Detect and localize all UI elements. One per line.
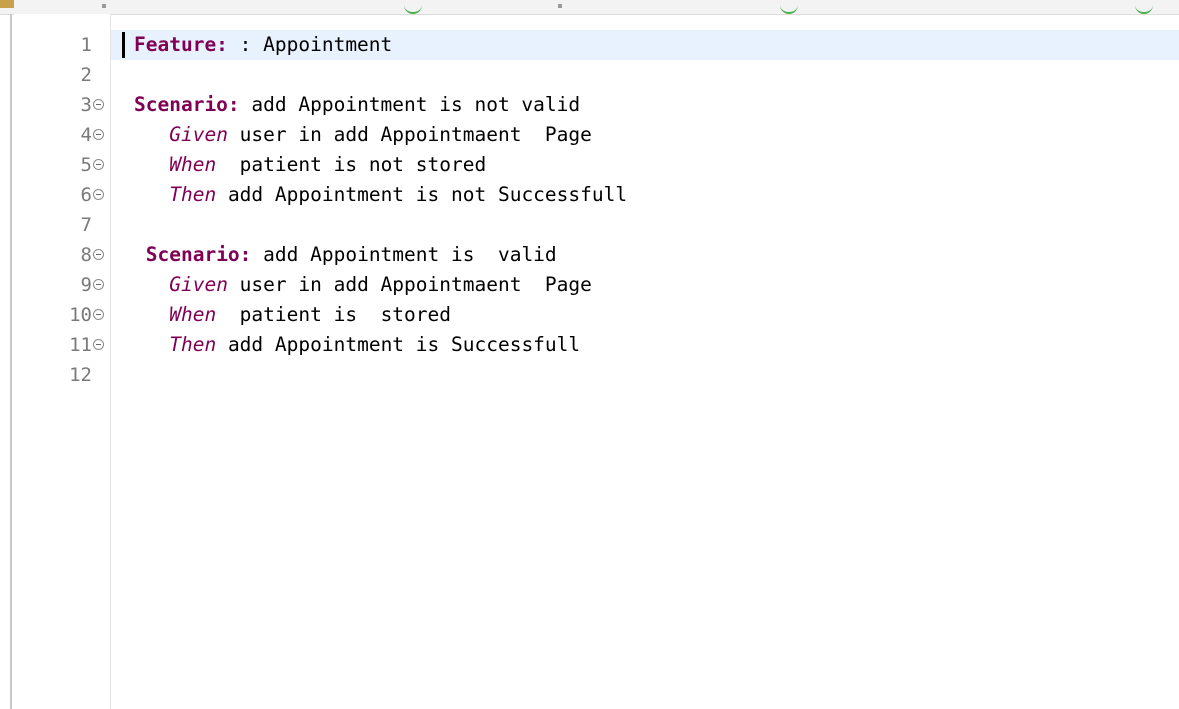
code-text: Given user in add Appointmaent Page <box>134 120 592 150</box>
scenario-keyword: Scenario: <box>145 243 252 266</box>
code-text: Scenario: add Appointment is valid <box>134 240 557 270</box>
collapse-fold-icon[interactable] <box>93 309 104 320</box>
step-keyword: Then <box>169 333 217 356</box>
line-number: 6 <box>80 184 92 206</box>
code-line[interactable]: 12 <box>0 360 1179 390</box>
collapse-fold-icon[interactable] <box>93 249 104 260</box>
code-line[interactable]: 2 <box>0 60 1179 90</box>
code-line[interactable]: 6 Then add Appointment is not Successful… <box>0 180 1179 210</box>
code-text: Then add Appointment is not Successfull <box>134 180 627 210</box>
code-text: When patient is not stored <box>134 150 486 180</box>
tab-separator-dot <box>558 4 562 8</box>
line-number: 2 <box>80 64 92 86</box>
step-keyword: Given <box>169 123 228 146</box>
code-line[interactable]: 5 When patient is not stored <box>0 150 1179 180</box>
line-text: user in add Appointmaent Page <box>227 123 592 146</box>
editor-tab-icon <box>0 0 14 8</box>
code-line[interactable]: 3 Scenario: add Appointment is not valid <box>0 90 1179 120</box>
line-text: patient is stored <box>216 303 452 326</box>
code-text: Then add Appointment is Successfull <box>134 330 580 360</box>
line-number: 7 <box>80 214 92 236</box>
line-number: 10 <box>69 304 92 326</box>
line-text: add Appointment is not valid <box>239 93 581 116</box>
line-number: 8 <box>80 244 92 266</box>
text-cursor <box>122 32 125 58</box>
step-keyword: Given <box>169 273 228 296</box>
code-text: Scenario: add Appointment is not valid <box>134 90 580 120</box>
scenario-keyword: Scenario: <box>134 93 240 116</box>
collapse-fold-icon[interactable] <box>93 339 104 350</box>
line-number: 12 <box>69 364 92 386</box>
tab-separator-dot <box>102 4 106 8</box>
line-number: 5 <box>80 154 92 176</box>
line-text: add Appointment is not Successfull <box>216 183 628 206</box>
tab-indicator-icon <box>1135 2 1153 14</box>
line-number: 1 <box>80 34 92 56</box>
code-text: Given user in add Appointmaent Page <box>134 270 592 300</box>
code-text: Feature: : Appointment <box>134 30 392 60</box>
line-number: 4 <box>80 124 92 146</box>
code-line[interactable]: 4 Given user in add Appointmaent Page <box>0 120 1179 150</box>
feature-keyword: Feature: <box>134 33 228 56</box>
step-keyword: Then <box>169 183 217 206</box>
code-line[interactable]: 9 Given user in add Appointmaent Page <box>0 270 1179 300</box>
step-keyword: When <box>169 303 217 326</box>
collapse-fold-icon[interactable] <box>93 129 104 140</box>
line-number: 9 <box>80 274 92 296</box>
line-number: 3 <box>80 94 92 116</box>
line-text: patient is not stored <box>216 153 487 176</box>
collapse-fold-icon[interactable] <box>93 99 104 110</box>
editor-tab-strip <box>0 0 1179 15</box>
line-text: user in add Appointmaent Page <box>227 273 592 296</box>
collapse-fold-icon[interactable] <box>93 279 104 290</box>
step-keyword: When <box>169 153 217 176</box>
line-number: 11 <box>69 334 92 356</box>
gherkin-editor-window: 1 Feature: : Appointment 2 3 Scenario: add A… <box>0 0 1179 709</box>
code-line[interactable]: 8 Scenario: add Appointment is valid <box>0 240 1179 270</box>
code-line[interactable]: 1 Feature: : Appointment <box>0 30 1179 60</box>
code-line[interactable]: 11 Then add Appointment is Successfull <box>0 330 1179 360</box>
tab-indicator-icon <box>404 2 422 14</box>
line-text: add Appointment is Successfull <box>216 333 581 356</box>
line-text: : Appointment <box>227 33 393 56</box>
code-line[interactable]: 10 When patient is stored <box>0 300 1179 330</box>
tab-indicator-icon <box>780 2 798 14</box>
code-line[interactable]: 7 <box>0 210 1179 240</box>
code-text: When patient is stored <box>134 300 451 330</box>
collapse-fold-icon[interactable] <box>93 189 104 200</box>
line-text: add Appointment is valid <box>251 243 557 266</box>
collapse-fold-icon[interactable] <box>93 159 104 170</box>
